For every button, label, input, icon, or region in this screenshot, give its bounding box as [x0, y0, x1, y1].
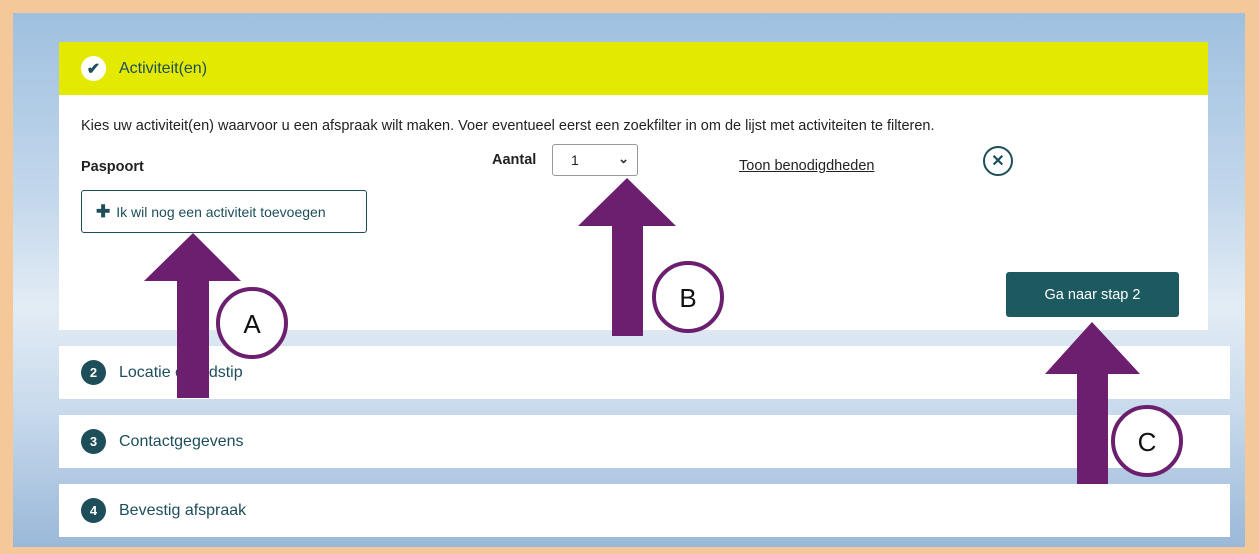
page-background: ✔ Activiteit(en) Kies uw activiteit(en) …: [13, 13, 1245, 547]
step-2-number: 2: [81, 360, 106, 385]
plus-icon: ✚: [96, 201, 111, 221]
step-2-panel[interactable]: 2 Locatie en tijdstip: [59, 346, 1230, 399]
step-3-number: 3: [81, 429, 106, 454]
step-4-title: Bevestig afspraak: [119, 501, 247, 519]
checkmark-icon: ✔: [81, 56, 106, 81]
aantal-label: Aantal: [492, 152, 537, 168]
remove-activity-button[interactable]: ✕: [983, 146, 1013, 176]
aantal-select[interactable]: 1 ⌄: [552, 144, 638, 176]
close-icon: ✕: [991, 153, 1005, 170]
intro-text: Kies uw activiteit(en) waarvoor u een af…: [81, 118, 935, 134]
add-activity-label: Ik wil nog een activiteit toevoegen: [116, 203, 326, 220]
step-3-title: Contactgegevens: [119, 432, 244, 450]
step-1-header[interactable]: ✔ Activiteit(en): [59, 42, 1208, 95]
next-step-button[interactable]: Ga naar stap 2: [1006, 272, 1179, 317]
aantal-value: 1: [571, 152, 579, 168]
chevron-down-icon: ⌄: [618, 151, 629, 166]
add-activity-button[interactable]: ✚ Ik wil nog een activiteit toevoegen: [81, 190, 367, 233]
step-2-title: Locatie en tijdstip: [119, 363, 243, 381]
toon-benodigdheden-link[interactable]: Toon benodigdheden: [739, 158, 874, 174]
step-3-panel[interactable]: 3 Contactgegevens: [59, 415, 1230, 468]
step-1-title: Activiteit(en): [119, 59, 208, 77]
step-4-panel[interactable]: 4 Bevestig afspraak: [59, 484, 1230, 537]
step-4-number: 4: [81, 498, 106, 523]
step-1-panel: ✔ Activiteit(en) Kies uw activiteit(en) …: [59, 42, 1208, 330]
activity-name: Paspoort: [81, 159, 144, 175]
